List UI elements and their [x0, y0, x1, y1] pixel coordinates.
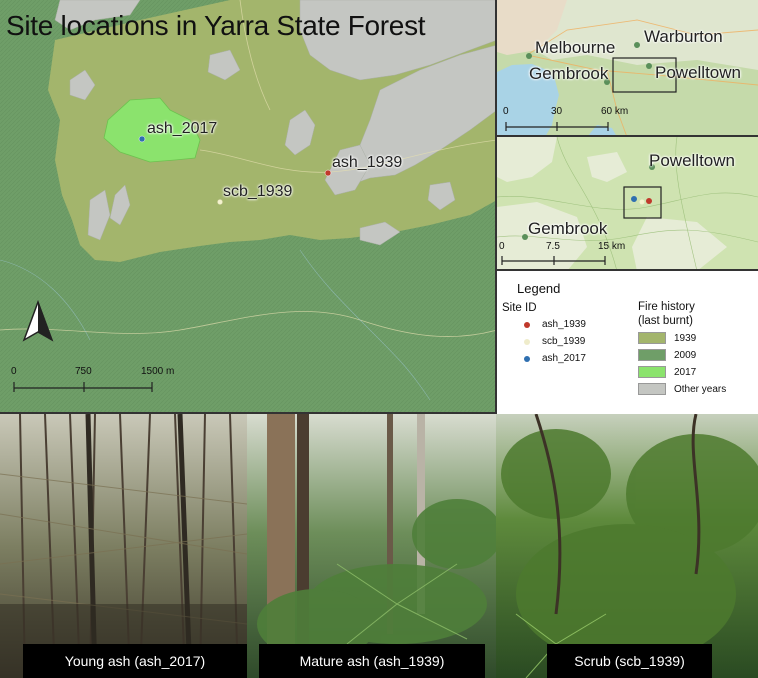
scale-label-1500: 1500 m: [141, 366, 175, 377]
photo-young-ash-image: [0, 414, 247, 678]
site-point-ash-1939[interactable]: [324, 169, 332, 177]
main-map-svg: [0, 0, 495, 412]
legend: Legend Site ID ash_1939 scb_1939 ash_201…: [497, 271, 758, 414]
legend-dot-ash-2017: [524, 355, 530, 362]
legend-swatch-2009: [638, 349, 666, 361]
legend-fire-item: Other years: [638, 383, 726, 395]
legend-site-heading: Site ID: [502, 302, 537, 314]
inset-map-regional: Melbourne Warburton Gembrook Powelltown …: [497, 0, 758, 137]
inset-local-scale-15: 15 km: [598, 241, 626, 252]
legend-dot-scb-1939: [524, 338, 530, 345]
photo-young-ash: Young ash (ash_2017): [0, 414, 247, 678]
legend-site-item: ash_2017: [524, 353, 586, 364]
legend-fire-heading: Fire history (last burnt): [638, 301, 695, 327]
legend-site-label: ash_1939: [542, 319, 586, 330]
legend-swatch-1939: [638, 332, 666, 344]
site-point-scb-1939[interactable]: [217, 199, 223, 205]
site-point-ash-2017[interactable]: [138, 135, 146, 143]
town-label-melbourne: Melbourne: [535, 38, 616, 57]
scale-label-750: 750: [75, 366, 92, 377]
legend-fire-label: 2009: [674, 349, 697, 361]
photo-caption-scrub: Scrub (scb_1939): [547, 644, 712, 678]
inset-local-site-ash-1939: [646, 198, 652, 204]
legend-fire-label: 1939: [674, 332, 697, 344]
map-title: Site locations in Yarra State Forest: [6, 10, 426, 41]
town-label-powelltown-local: Powelltown: [649, 151, 735, 170]
legend-title: Legend: [517, 281, 561, 296]
photo-mature-ash: Mature ash (ash_1939): [247, 414, 496, 678]
town-dot-warburton: [634, 42, 640, 48]
inset-regional-scale-30: 30: [551, 106, 563, 117]
legend-site-item: scb_1939: [524, 336, 585, 347]
legend-fire-label: Other years: [674, 383, 727, 395]
photo-scrub-image: [496, 414, 758, 678]
town-label-gembrook-local: Gembrook: [528, 219, 608, 238]
photo-caption-mature-ash: Mature ash (ash_1939): [259, 644, 485, 678]
photo-mature-ash-image: [247, 414, 496, 678]
photo-caption-young-ash: Young ash (ash_2017): [23, 644, 247, 678]
legend-site-label: ash_2017: [542, 353, 586, 364]
legend-fire-item: 1939: [638, 332, 696, 344]
inset-map-local: Powelltown Gembrook 0 7.5 15 km: [497, 137, 758, 271]
legend-site-item: ash_1939: [524, 319, 586, 330]
town-dot-powelltown: [646, 63, 652, 69]
town-label-gembrook: Gembrook: [529, 64, 609, 83]
legend-fire-label: 2017: [674, 366, 697, 378]
inset-local-site-ash-2017: [631, 196, 637, 202]
town-label-warburton: Warburton: [644, 27, 723, 46]
inset-local-site-scb-1939: [639, 199, 645, 205]
main-map: Site locations in Yarra State Forest ash…: [0, 0, 497, 414]
site-label-ash-1939: ash_1939: [332, 154, 403, 171]
legend-dot-ash-1939: [524, 321, 530, 328]
photo-scrub: Scrub (scb_1939): [496, 414, 758, 678]
site-label-ash-2017: ash_2017: [147, 120, 218, 137]
inset-local-scale-7-5: 7.5: [546, 241, 560, 252]
town-dot-melbourne: [526, 53, 532, 59]
legend-fire-item: 2017: [638, 366, 696, 378]
inset-local-scale-0: 0: [499, 241, 505, 252]
legend-site-label: scb_1939: [542, 336, 586, 347]
legend-fire-item: 2009: [638, 349, 696, 361]
legend-swatch-other: [638, 383, 666, 395]
inset-regional-scale-0: 0: [503, 106, 509, 117]
scale-label-0: 0: [11, 366, 17, 377]
town-label-powelltown: Powelltown: [655, 63, 741, 82]
legend-swatch-2017: [638, 366, 666, 378]
inset-regional-scale-60: 60 km: [601, 106, 629, 117]
site-label-scb-1939: scb_1939: [223, 183, 293, 200]
